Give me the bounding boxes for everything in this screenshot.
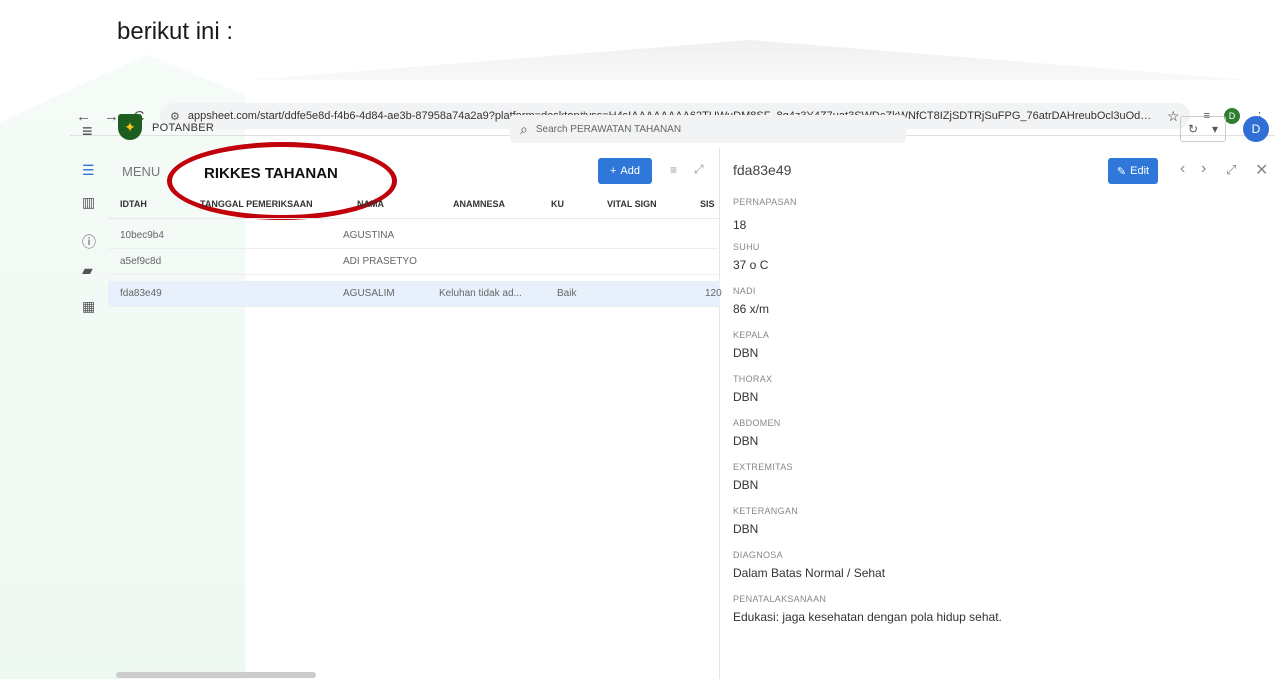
table-row-selected[interactable]: fda83e49 AGUSALIM Keluhan tidak ad... Ba… <box>108 281 722 307</box>
field-value-penatalaksanaan: Edukasi: jaga kesehatan dengan pola hidu… <box>733 610 1002 624</box>
cell-idtah: a5ef9c8d <box>120 256 162 267</box>
header-divider <box>108 218 720 219</box>
cell-nama: AGUSALIM <box>343 288 395 299</box>
cell-idtah: fda83e49 <box>120 288 162 299</box>
edit-button-label: Edit <box>1130 165 1150 177</box>
sync-button[interactable]: ↻ ▾ <box>1180 116 1226 142</box>
horizontal-scrollbar[interactable] <box>116 672 316 678</box>
column-header-ku[interactable]: KU <box>551 199 564 209</box>
forward-icon[interactable]: → <box>104 108 119 125</box>
field-value-extremitas: DBN <box>733 478 759 492</box>
column-header-sis[interactable]: SIS <box>700 199 715 209</box>
field-value-keterangan: DBN <box>733 522 759 536</box>
left-navigation-rail: ☰ ▥ ⓘ ▰ ▦ <box>70 148 108 679</box>
search-placeholder: Search PERAWATAN TAHANAN <box>535 123 682 135</box>
column-header-anamnesa[interactable]: ANAMNESA <box>453 199 505 209</box>
cell-nama: AGUSTINA <box>343 230 395 241</box>
column-header-idtah[interactable]: IDTAH <box>120 199 147 209</box>
field-value-suhu: 37 o C <box>733 258 769 272</box>
chevron-down-icon: ▾ <box>1211 122 1219 136</box>
field-label-suhu: SUHU <box>733 242 760 252</box>
sync-icon: ↻ <box>1187 122 1199 136</box>
column-header-vital-sign[interactable]: VITAL SIGN <box>607 199 657 209</box>
detail-title: fda83e49 <box>733 162 792 178</box>
cell-ku: Baik <box>557 288 577 299</box>
search-icon: ⌕ <box>520 120 528 137</box>
browser-profile-icon[interactable]: D <box>1224 108 1240 124</box>
search-input[interactable]: ⌕ Search PERAWATAN TAHANAN <box>510 115 906 143</box>
bookmark-star-icon[interactable]: ☆ <box>1167 108 1180 125</box>
site-info-icon[interactable]: ⚙ <box>170 110 180 123</box>
avatar[interactable]: D <box>1243 116 1269 142</box>
cell-sis: 120 <box>705 288 722 299</box>
app-logo-icon: ✦ <box>118 114 142 140</box>
field-label-kepala: KEPALA <box>733 330 770 340</box>
plus-icon: + <box>609 165 617 177</box>
field-label-nadi: NADI <box>733 286 756 296</box>
chart-icon[interactable]: ▥ <box>82 194 95 211</box>
column-header-nama[interactable]: NAMA <box>357 199 384 209</box>
field-label-thorax: THORAX <box>733 374 773 384</box>
field-value-diagnosa: Dalam Batas Normal / Sehat <box>733 566 886 580</box>
menu-label[interactable]: MENU <box>122 164 160 179</box>
field-label-abdomen: ABDOMEN <box>733 418 781 428</box>
field-value-abdomen: DBN <box>733 434 759 448</box>
table-row[interactable]: 10bec9b4 AGUSTINA <box>108 223 720 249</box>
field-value-thorax: DBN <box>733 390 759 404</box>
cell-anamnesa: Keluhan tidak ad... <box>439 288 522 299</box>
add-button[interactable]: + Add <box>598 158 652 184</box>
edit-icon: ✎ <box>1116 165 1127 178</box>
close-icon[interactable]: ✕ <box>1255 160 1268 180</box>
table-row[interactable]: a5ef9c8d ADI PRASETYO <box>108 249 720 275</box>
info-icon[interactable]: ⓘ <box>82 232 96 252</box>
expand-icon[interactable]: ⤢ <box>694 162 704 177</box>
field-label-keterangan: KETERANGAN <box>733 506 799 516</box>
cell-idtah: 10bec9b4 <box>120 230 164 241</box>
filter-icon[interactable]: ≡ <box>670 163 677 177</box>
field-value-nadi: 86 x/m <box>733 302 770 316</box>
field-label-diagnosa: DIAGNOSA <box>733 550 783 560</box>
field-value-pernapasan: 18 <box>733 218 747 232</box>
edit-button[interactable]: ✎ Edit <box>1108 158 1158 184</box>
hamburger-menu-icon[interactable]: ≡ <box>82 121 93 142</box>
background-decoration-top <box>250 40 1250 80</box>
field-label-penatalaksanaan: PENATALAKSANAAN <box>733 594 827 604</box>
expand-detail-icon[interactable]: ⤢ <box>1226 162 1236 178</box>
field-value-kepala: DBN <box>733 346 759 360</box>
add-button-label: Add <box>620 165 640 177</box>
field-label-extremitas: EXTREMITAS <box>733 462 793 472</box>
previous-icon[interactable]: ‹ <box>1180 160 1185 178</box>
column-header-tanggal[interactable]: TANGGAL PEMERIKSAAN <box>200 199 313 209</box>
view-title: RIKKES TAHANAN <box>204 165 338 182</box>
cell-nama: ADI PRASETYO <box>343 256 417 267</box>
document-text: berikut ini : <box>117 18 234 45</box>
app-name: POTANBER <box>152 122 215 134</box>
comment-icon[interactable]: ▰ <box>82 262 93 279</box>
next-icon[interactable]: › <box>1201 160 1206 178</box>
grid-icon[interactable]: ▦ <box>82 298 95 315</box>
field-label-pernapasan: PERNAPASAN <box>733 197 797 207</box>
list-view-icon[interactable]: ☰ <box>82 162 95 179</box>
